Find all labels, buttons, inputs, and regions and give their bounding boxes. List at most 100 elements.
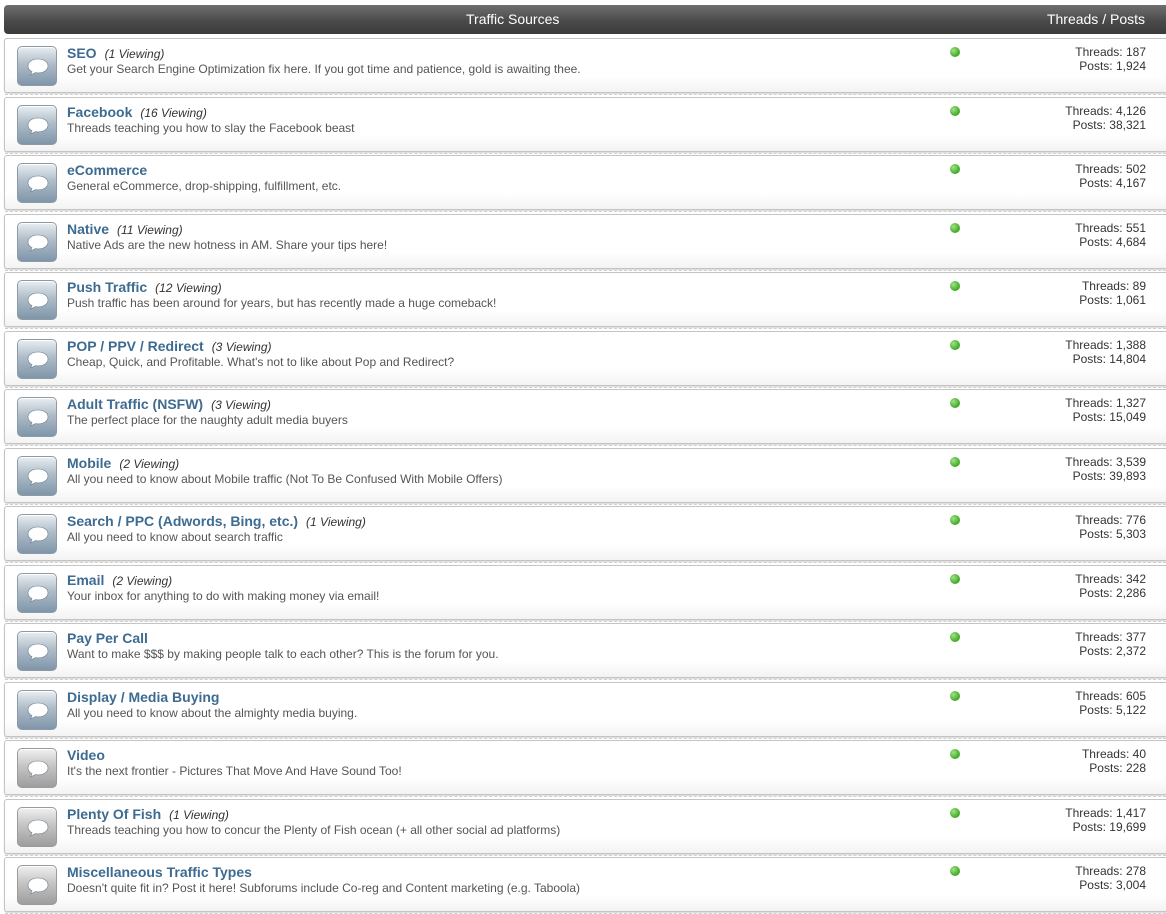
category-title: Traffic Sources xyxy=(466,11,560,27)
online-status-icon xyxy=(950,106,960,116)
forum-row[interactable]: Adult Traffic (NSFW) (3 Viewing) The perfe… xyxy=(4,389,1166,446)
thread-count: Threads: 278 xyxy=(1075,864,1146,878)
speech-bubble-icon xyxy=(17,105,57,145)
speech-bubble-icon xyxy=(17,573,57,613)
forum-row[interactable]: Pay Per Call Want to make $$$ by making p… xyxy=(4,623,1166,680)
forum-row[interactable]: eCommerce General eCommerce, drop-shippin… xyxy=(4,155,1166,212)
forum-stats: Threads: 342 Posts: 2,286 xyxy=(1075,572,1146,600)
viewing-count: (1 Viewing) xyxy=(169,808,229,822)
forum-title-link[interactable]: Display / Media Buying xyxy=(67,689,219,705)
speech-bubble-icon xyxy=(17,397,57,437)
online-status-icon xyxy=(950,340,960,350)
forum-description: All you need to know about search traffi… xyxy=(67,530,283,544)
forum-stats: Threads: 1,327 Posts: 15,049 xyxy=(1065,396,1146,424)
forum-description: Want to make $$$ by making people talk t… xyxy=(67,647,499,661)
viewing-count: (12 Viewing) xyxy=(155,281,222,295)
online-status-icon xyxy=(950,808,960,818)
thread-count: Threads: 3,539 xyxy=(1065,455,1146,469)
forum-title-link[interactable]: Adult Traffic (NSFW) xyxy=(67,396,203,412)
forum-title-line: Native (11 Viewing) xyxy=(67,221,183,239)
forum-row[interactable]: Email (2 Viewing) Your inbox for anything … xyxy=(4,565,1166,622)
forum-stats: Threads: 89 Posts: 1,061 xyxy=(1079,279,1146,307)
forum-title-line: Search / PPC (Adwords, Bing, etc.) (1 Vie… xyxy=(67,513,366,531)
forum-description: Threads teaching you how to concur the P… xyxy=(67,823,561,837)
forum-title-link[interactable]: POP / PPV / Redirect xyxy=(67,338,204,354)
forum-title-line: Plenty Of Fish (1 Viewing) xyxy=(67,806,229,824)
speech-bubble-icon xyxy=(17,163,57,203)
forum-title-link[interactable]: Mobile xyxy=(67,455,111,471)
forum-title-link[interactable]: Miscellaneous Traffic Types xyxy=(67,864,252,880)
forum-stats: Threads: 1,417 Posts: 19,699 xyxy=(1065,806,1146,834)
forum-title-link[interactable]: Video xyxy=(67,747,105,763)
forum-row[interactable]: Mobile (2 Viewing) All you need to know ab… xyxy=(4,448,1166,505)
forum-title-link[interactable]: Plenty Of Fish xyxy=(67,806,161,822)
forum-title-link[interactable]: SEO xyxy=(67,45,97,61)
online-status-icon xyxy=(950,632,960,642)
forum-stats: Threads: 1,388 Posts: 14,804 xyxy=(1065,338,1146,366)
post-count: Posts: 19,699 xyxy=(1072,820,1146,834)
forum-title-line: Display / Media Buying xyxy=(67,689,227,707)
forum-description: Cheap, Quick, and Profitable. What's not… xyxy=(67,355,455,369)
thread-count: Threads: 187 xyxy=(1075,45,1146,59)
forum-stats: Threads: 187 Posts: 1,924 xyxy=(1075,45,1146,73)
thread-count: Threads: 1,388 xyxy=(1065,338,1146,352)
online-status-icon xyxy=(950,164,960,174)
thread-count: Threads: 502 xyxy=(1075,162,1146,176)
forum-category-header: Traffic Sources Threads / Posts xyxy=(4,5,1166,34)
forum-title-link[interactable]: Search / PPC (Adwords, Bing, etc.) xyxy=(67,513,298,529)
forum-title-line: SEO (1 Viewing) xyxy=(67,45,164,63)
forum-description: It's the next frontier - Pictures That M… xyxy=(67,764,402,778)
forum-row[interactable]: Push Traffic (12 Viewing) Push traffic has… xyxy=(4,272,1166,329)
forum-stats: Threads: 3,539 Posts: 39,893 xyxy=(1065,455,1146,483)
speech-bubble-icon xyxy=(17,280,57,320)
online-status-icon xyxy=(950,47,960,57)
forum-description: Your inbox for anything to do with makin… xyxy=(67,589,380,603)
forum-title-link[interactable]: Email xyxy=(67,572,104,588)
viewing-count: (1 Viewing) xyxy=(104,47,165,61)
forum-title-link[interactable]: Pay Per Call xyxy=(67,630,148,646)
forum-row[interactable]: Plenty Of Fish (1 Viewing) Threads teachin… xyxy=(4,799,1166,856)
post-count: Posts: 39,893 xyxy=(1072,469,1146,483)
forum-row[interactable]: Search / PPC (Adwords, Bing, etc.) (1 Vie… xyxy=(4,506,1166,563)
online-status-icon xyxy=(950,281,960,291)
forum-title-link[interactable]: Native xyxy=(67,221,109,237)
forum-title-line: Facebook (16 Viewing) xyxy=(67,104,207,122)
forum-title-link[interactable]: eCommerce xyxy=(67,162,147,178)
post-count: Posts: 228 xyxy=(1089,761,1146,775)
post-count: Posts: 38,321 xyxy=(1072,118,1146,132)
online-status-icon xyxy=(950,691,960,701)
speech-bubble-icon xyxy=(17,339,57,379)
post-count: Posts: 2,372 xyxy=(1079,644,1146,658)
viewing-count: (3 Viewing) xyxy=(211,340,272,354)
forum-row[interactable]: Native (11 Viewing) Native Ads are the new… xyxy=(4,214,1166,271)
post-count: Posts: 5,303 xyxy=(1079,527,1146,541)
forum-title-line: Mobile (2 Viewing) xyxy=(67,455,179,473)
forum-row[interactable]: Facebook (16 Viewing) Threads teaching you… xyxy=(4,97,1166,154)
forum-row[interactable]: Display / Media Buying All you need to kn… xyxy=(4,682,1166,739)
viewing-count: (3 Viewing) xyxy=(211,398,271,412)
forum-stats: Threads: 377 Posts: 2,372 xyxy=(1075,630,1146,658)
viewing-count: (1 Viewing) xyxy=(306,515,366,529)
speech-bubble-icon xyxy=(17,807,57,847)
post-count: Posts: 1,061 xyxy=(1079,293,1146,307)
online-status-icon xyxy=(950,749,960,759)
forum-stats: Threads: 605 Posts: 5,122 xyxy=(1075,689,1146,717)
thread-count: Threads: 342 xyxy=(1075,572,1146,586)
forum-row[interactable]: SEO (1 Viewing) Get your Search Engine Opt… xyxy=(4,38,1166,95)
online-status-icon xyxy=(950,866,960,876)
post-count: Posts: 4,684 xyxy=(1079,235,1146,249)
speech-bubble-icon xyxy=(17,748,57,788)
viewing-count: (2 Viewing) xyxy=(119,457,180,471)
forum-description: Push traffic has been around for years, … xyxy=(67,296,497,310)
forum-row[interactable]: POP / PPV / Redirect (3 Viewing) Cheap, Qu… xyxy=(4,331,1166,388)
online-status-icon xyxy=(950,515,960,525)
forum-description: General eCommerce, drop-shipping, fulfil… xyxy=(67,179,342,193)
forum-title-line: POP / PPV / Redirect (3 Viewing) xyxy=(67,338,272,356)
forum-row[interactable]: Miscellaneous Traffic Types Doesn't quite… xyxy=(4,857,1166,914)
post-count: Posts: 4,167 xyxy=(1079,176,1146,190)
forum-description: Threads teaching you how to slay the Fac… xyxy=(67,121,355,135)
forum-title-link[interactable]: Facebook xyxy=(67,104,132,120)
forum-row[interactable]: Video It's the next frontier - Pictures T… xyxy=(4,740,1166,797)
forum-title-link[interactable]: Push Traffic xyxy=(67,279,147,295)
thread-count: Threads: 4,126 xyxy=(1065,104,1146,118)
